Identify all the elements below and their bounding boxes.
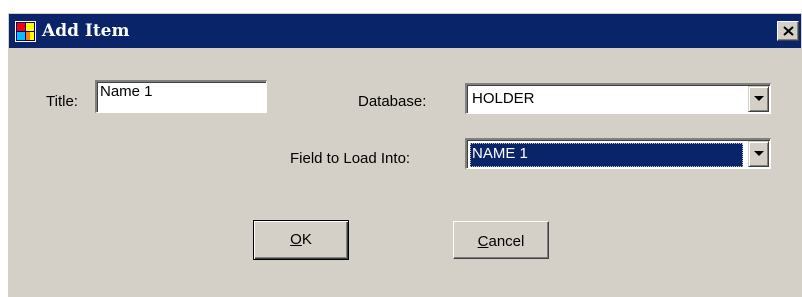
ok-button-label: OK [254,231,348,249]
database-dropdown-button[interactable] [748,86,769,112]
ok-mnemonic: O [290,231,302,248]
close-button[interactable] [777,21,799,41]
database-select[interactable]: HOLDER [465,83,771,114]
field-to-load-dropdown-button[interactable] [748,141,769,167]
chevron-down-icon [754,96,764,101]
database-label: Database: [358,93,427,110]
chevron-down-icon [754,151,764,156]
window-app-icon [15,21,36,42]
field-to-load-label: Field to Load Into: [290,150,411,167]
title-field[interactable] [95,80,267,113]
field-to-load-select-value: NAME 1 [470,143,743,167]
cancel-button-label: Cancel [454,233,548,251]
cancel-mnemonic: C [477,233,489,250]
field-to-load-select[interactable]: NAME 1 [465,138,771,169]
title-label: Title: [46,93,78,110]
close-icon [783,26,794,36]
add-item-dialog: Add Item Title: Database: HOLDER Field t… [7,12,802,297]
title-bar[interactable]: Add Item [9,14,801,48]
cancel-button[interactable]: Cancel [453,221,549,259]
window-title: Add Item [42,21,130,41]
ok-button[interactable]: OK [253,220,349,260]
database-select-value: HOLDER [472,90,535,107]
cancel-label-rest: ancel [488,233,525,250]
ok-label-rest: K [301,231,312,248]
